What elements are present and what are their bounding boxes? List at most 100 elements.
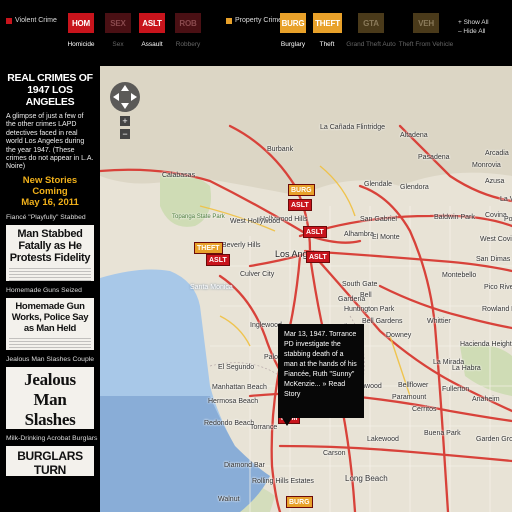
filter-code: HOM — [71, 18, 91, 28]
place-label: Topanga State Park — [172, 214, 225, 220]
story-clipping-3[interactable]: Jealous Man Slashes Two — [6, 366, 94, 429]
marker-code: BURG — [289, 499, 310, 506]
zoom-out-icon: − — [122, 129, 127, 139]
crime-popup[interactable]: Mar 13, 1947. Torrance PD investigate th… — [278, 324, 364, 418]
filter-homicide-button[interactable]: HOM — [68, 13, 94, 33]
filter-code: BURG — [281, 18, 305, 28]
map-canvas[interactable] — [100, 66, 512, 512]
story-clipping-4[interactable]: BURGLARS TURN — [6, 445, 94, 476]
filter-robbery-button[interactable]: ROB — [175, 13, 201, 33]
filter-gta-caption: Grand Theft Auto — [346, 41, 396, 48]
marker-code: BURG — [291, 187, 312, 194]
filter-burglary-button[interactable]: BURG — [280, 13, 306, 33]
filter-assault-caption: Assault — [141, 41, 163, 48]
place-label: Altadena — [400, 132, 428, 139]
place-label: Lakewood — [367, 436, 399, 443]
place-label: La Mirada — [433, 359, 465, 366]
marker-code: THEFT — [197, 245, 220, 252]
place-label: Arcadia — [485, 150, 509, 157]
place-label: Torrance — [250, 424, 278, 431]
place-label: El Segundo — [218, 364, 255, 371]
crime-marker-theft[interactable]: THEFT — [194, 242, 223, 254]
story-clipping-2[interactable]: Homemade Gun Works, Police Say as Man He… — [6, 297, 94, 350]
crime-marker-aslt[interactable]: ASLT — [206, 254, 230, 266]
place-label: Redondo Beach — [204, 420, 255, 427]
marker-code: ASLT — [309, 254, 327, 261]
place-label: Pomona — [504, 216, 512, 223]
place-label: San Dimas — [476, 256, 511, 263]
popup-text: Mar 13, 1947. Torrance PD investigate th… — [284, 331, 357, 388]
filter-assault-button[interactable]: ASLT — [139, 13, 165, 33]
place-label: Pico Rivera — [484, 284, 512, 291]
place-label: Walnut — [218, 496, 240, 503]
map-pan-zoom-control[interactable]: + − — [108, 80, 142, 142]
coming-soon-line1: New Stories Coming — [22, 174, 78, 197]
place-label: West Hollywood — [230, 218, 281, 225]
clipping-body-lines — [9, 266, 91, 281]
place-label: Paramount — [392, 394, 427, 401]
place-label: Monrovia — [472, 162, 501, 169]
filter-gta-button[interactable]: GTA — [358, 13, 384, 33]
place-label: Culver City — [240, 271, 275, 278]
filter-code: GTA — [363, 18, 379, 28]
place-label: La Habra — [452, 365, 481, 372]
filter-code: ASLT — [142, 18, 162, 28]
place-label: South Gate — [342, 281, 378, 288]
filter-code: VEH — [418, 18, 434, 28]
marker-code: ASLT — [291, 202, 309, 209]
crime-marker-burg[interactable]: BURG — [288, 184, 315, 196]
place-label: West Covina — [480, 236, 512, 243]
story-caption: Milk-Drinking Acrobat Burglars — [6, 434, 98, 442]
place-label: Buena Park — [424, 430, 461, 437]
place-label: Diamond Bar — [224, 462, 265, 469]
show-all-link[interactable]: + Show All — [458, 19, 489, 26]
filter-sex-button[interactable]: SEX — [105, 13, 131, 33]
violent-crime-label: Violent Crime — [15, 17, 57, 24]
sidebar-title-line2: 1947 LOS ANGELES — [25, 84, 75, 108]
place-label: Calabasas — [162, 172, 196, 179]
place-label: Garden Grove — [476, 436, 512, 443]
place-label: Rolling Hills Estates — [252, 478, 314, 485]
place-label: Pasadena — [418, 154, 450, 161]
crime-map[interactable]: Calabasas Burbank Glendale Pasadena Arcadia M… — [100, 66, 512, 512]
zoom-in-icon: + — [122, 116, 127, 126]
place-label: Whittier — [427, 318, 451, 325]
property-swatch-icon — [226, 17, 232, 24]
place-label: Glendale — [364, 181, 393, 188]
place-label: Burbank — [267, 146, 294, 153]
place-label: Long Beach — [345, 474, 388, 483]
sidebar-description: A glimpse of just a few of the other cri… — [6, 113, 94, 171]
clipping-headline: Man Stabbed Fatally as He Protests Fidel… — [9, 227, 91, 264]
place-label: Santa Monica — [190, 284, 233, 291]
place-label: La Cañada Flintridge — [320, 124, 385, 131]
crime-marker-aslt[interactable]: ASLT — [288, 199, 312, 211]
coming-soon-notice: New Stories Coming May 16, 2011 — [6, 175, 94, 208]
filter-code: ROB — [179, 18, 197, 28]
clipping-headline: Jealous Man Slashes Two — [24, 369, 76, 429]
popup-pointer — [282, 418, 292, 426]
marker-code: ASLT — [306, 229, 324, 236]
place-label: Glendora — [400, 184, 429, 191]
place-label: Montebello — [442, 272, 477, 279]
place-label: Huntington Park — [344, 306, 395, 313]
story-clipping-1[interactable]: Man Stabbed Fatally as He Protests Fidel… — [6, 224, 94, 281]
place-label: Fullerton — [442, 386, 470, 393]
violent-crime-legend: Violent Crime — [6, 17, 57, 24]
place-label: Rowland Heights — [482, 306, 512, 313]
filter-burglary-caption: Burglary — [280, 41, 306, 48]
filter-theft-button[interactable]: THEFT — [313, 13, 342, 33]
hide-all-link[interactable]: – Hide All — [458, 28, 485, 35]
crime-marker-aslt[interactable]: ASLT — [306, 251, 330, 263]
property-crime-label: Property Crime — [235, 17, 283, 24]
filter-theft-caption: Theft — [319, 41, 335, 48]
sidebar-title-line1: REAL CRIMES OF — [7, 72, 93, 84]
story-caption: Jealous Man Slashes Couple — [6, 355, 95, 363]
place-label: Bellflower — [398, 382, 429, 389]
crime-marker-aslt[interactable]: ASLT — [303, 226, 327, 238]
crime-marker-burg[interactable]: BURG — [286, 496, 313, 508]
filter-robbery-caption: Robbery — [175, 41, 201, 48]
place-label: La Verne — [500, 196, 512, 203]
filter-vehicle-button[interactable]: VEH — [413, 13, 439, 33]
story-caption: Homemade Guns Seized — [6, 286, 82, 294]
filter-vehicle-caption: Theft From Vehicle — [398, 41, 454, 48]
